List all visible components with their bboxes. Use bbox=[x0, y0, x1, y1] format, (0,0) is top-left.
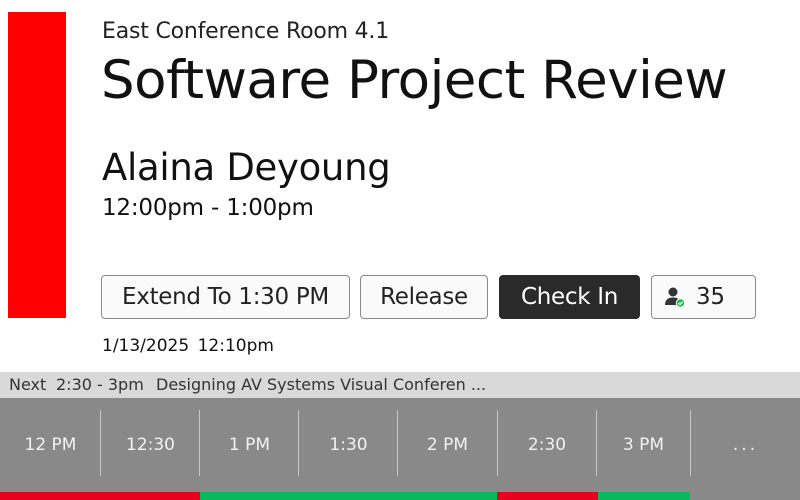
occupancy-button[interactable]: 35 bbox=[651, 275, 756, 319]
person-checked-icon bbox=[664, 286, 686, 308]
room-status-indicator bbox=[8, 12, 66, 318]
timeline-slot[interactable]: 12 PM bbox=[0, 398, 101, 492]
availability-segment-busy bbox=[0, 492, 200, 500]
extend-meeting-button[interactable]: Extend To 1:30 PM bbox=[101, 275, 350, 319]
meeting-title: Software Project Review bbox=[101, 50, 728, 111]
timeline-slot[interactable]: 3 PM bbox=[597, 398, 690, 492]
availability-segment-free bbox=[200, 492, 497, 500]
current-datetime: 1/13/2025 12:10pm bbox=[102, 336, 274, 356]
timeline-slot[interactable]: 1 PM bbox=[200, 398, 299, 492]
timeline-more-button[interactable]: ... bbox=[691, 398, 800, 492]
current-date: 1/13/2025 bbox=[102, 336, 190, 356]
occupancy-count: 35 bbox=[696, 284, 725, 310]
availability-segment-busy bbox=[497, 492, 598, 500]
next-meeting-time: 2:30 - 3pm bbox=[56, 375, 144, 394]
timeline-slot[interactable]: 2:30 bbox=[497, 398, 597, 492]
next-label: Next bbox=[9, 375, 47, 394]
availability-segment-free bbox=[598, 492, 690, 500]
meeting-organizer: Alaina Deyoung bbox=[102, 146, 391, 189]
schedule-timeline[interactable]: 12 PM 12:30 1 PM 1:30 2 PM 2:30 3 PM ... bbox=[0, 398, 800, 500]
next-meeting-title: Designing AV Systems Visual Conferen ... bbox=[156, 375, 487, 394]
timeline-slot[interactable]: 1:30 bbox=[299, 398, 398, 492]
timeline-slot[interactable]: 12:30 bbox=[101, 398, 200, 492]
timeline-slot[interactable]: 2 PM bbox=[398, 398, 497, 492]
check-in-button[interactable]: Check In bbox=[499, 275, 640, 319]
next-meeting-bar[interactable]: Next 2:30 - 3pm Designing AV Systems Vis… bbox=[0, 372, 800, 398]
meeting-time-range: 12:00pm - 1:00pm bbox=[102, 195, 314, 221]
release-room-button[interactable]: Release bbox=[360, 275, 488, 319]
room-name: East Conference Room 4.1 bbox=[102, 19, 390, 44]
current-time: 12:10pm bbox=[197, 336, 274, 356]
